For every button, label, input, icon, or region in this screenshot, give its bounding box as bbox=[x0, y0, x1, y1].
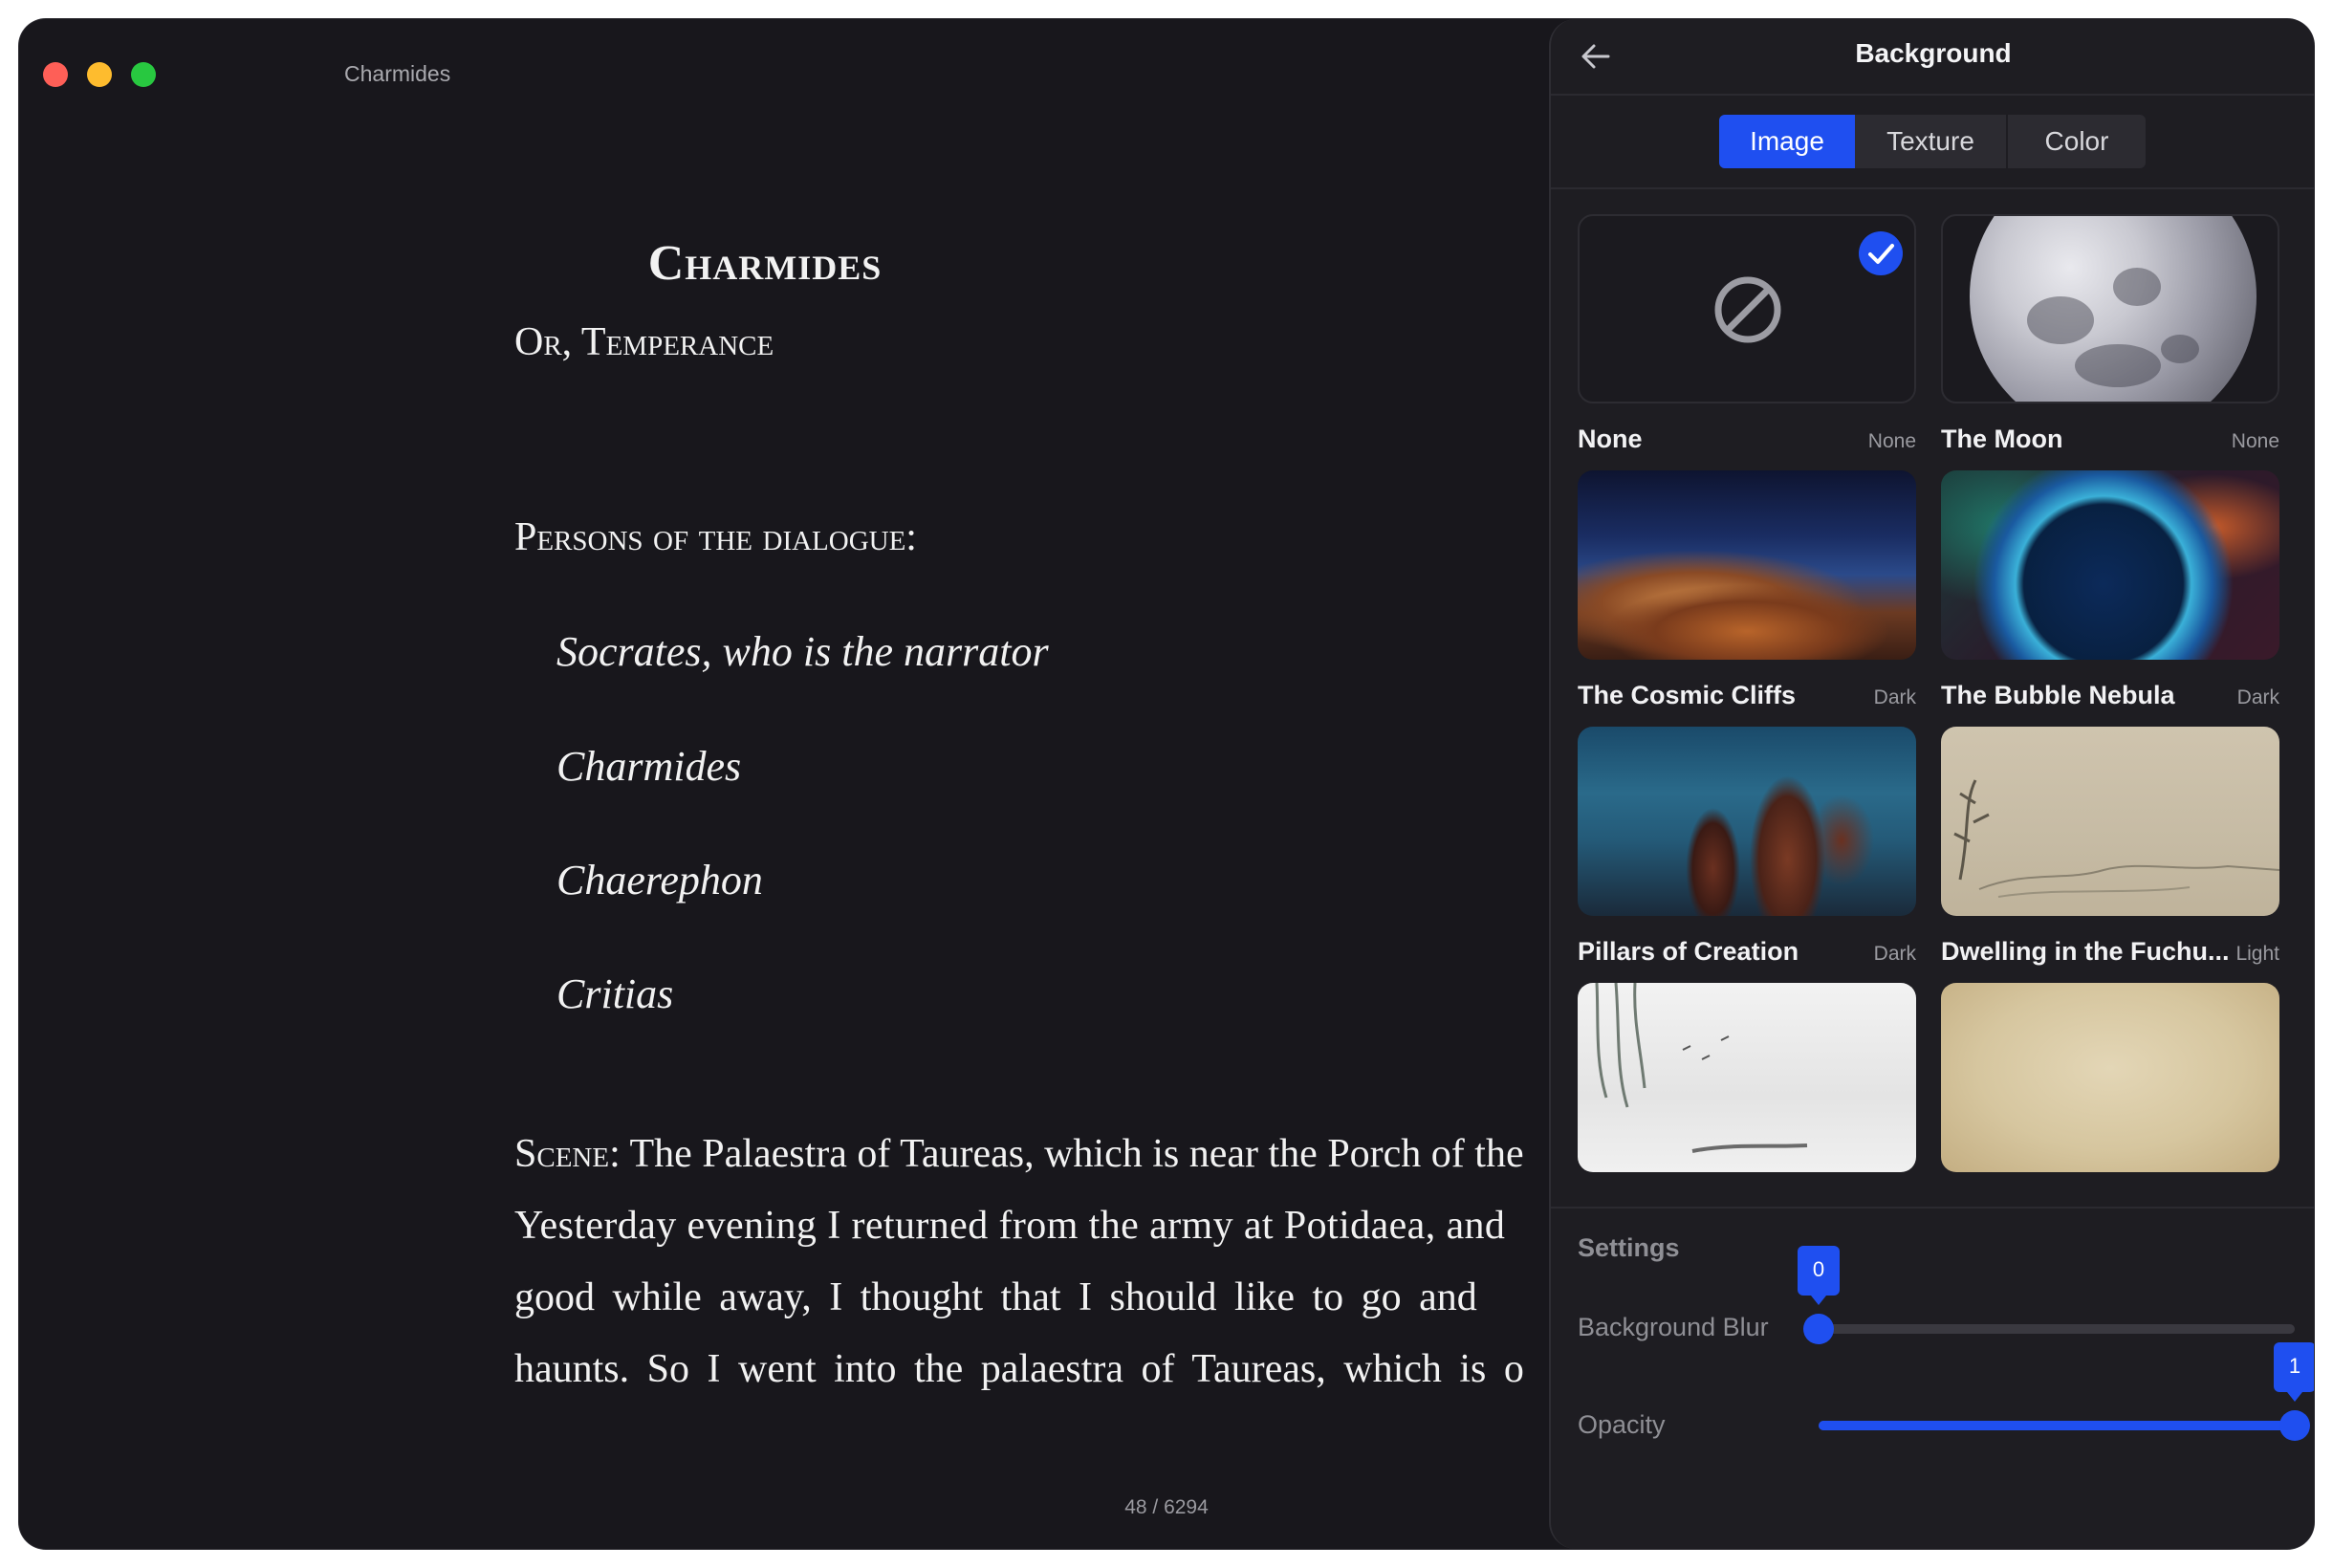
landscape-sketch-image bbox=[1953, 779, 2279, 898]
persons-heading: Persons of the dialogue: bbox=[514, 515, 917, 559]
background-card-bubble-nebula[interactable]: The Bubble Nebula Dark bbox=[1941, 470, 2279, 719]
person-item: Socrates, who is the narrator bbox=[556, 628, 1049, 675]
person-item: Chaerephon bbox=[556, 857, 763, 904]
background-card-cosmic-cliffs[interactable]: The Cosmic Cliffs Dark bbox=[1578, 470, 1916, 719]
scene-line: good while away, I thought that I should… bbox=[514, 1275, 1477, 1319]
fuchun-painting-thumbnail bbox=[1941, 727, 2279, 916]
background-card-misty-landscape[interactable] bbox=[1578, 983, 1916, 1189]
divider bbox=[1551, 187, 2314, 189]
slider-value-bubble: 1 bbox=[2274, 1342, 2314, 1402]
background-image-grid[interactable]: None None The Moon None The Cosmic Cliff… bbox=[1578, 214, 2293, 1189]
scene-line: Yesterday evening I returned from the ar… bbox=[514, 1204, 1506, 1248]
app-window: Charmides Charmides Or, Temperance Perso… bbox=[19, 19, 2314, 1549]
slider-handle[interactable] bbox=[1803, 1314, 1834, 1344]
bubble-nebula-thumbnail bbox=[1941, 470, 2279, 660]
cosmic-cliffs-thumbnail bbox=[1578, 470, 1916, 660]
checkmark-icon bbox=[1868, 244, 1894, 264]
background-type-tabs: Image Texture Color bbox=[1719, 115, 2146, 168]
book-title: Charmides bbox=[19, 235, 1511, 292]
background-card-dwelling-in-the-fuchun[interactable]: Dwelling in the Fuchu... Light bbox=[1941, 727, 2279, 975]
person-item: Charmides bbox=[556, 743, 742, 790]
background-card-old-paper[interactable] bbox=[1941, 983, 2279, 1189]
book-subtitle: Or, Temperance bbox=[514, 320, 774, 364]
background-card-none[interactable]: None None bbox=[1578, 214, 1916, 463]
card-tag: Light bbox=[2235, 943, 2279, 965]
scene-text: The Palaestra of Taureas, which is near … bbox=[620, 1132, 1524, 1176]
background-card-the-moon[interactable]: The Moon None bbox=[1941, 214, 2279, 463]
thumbnail bbox=[1578, 214, 1916, 403]
moon-image bbox=[1970, 216, 2257, 402]
tab-texture[interactable]: Texture bbox=[1855, 115, 2006, 168]
card-tag: None bbox=[2231, 430, 2279, 452]
card-tag: None bbox=[1867, 430, 1916, 452]
panel-title: Background bbox=[1855, 38, 2012, 68]
background-panel: Background Image Texture Color None None… bbox=[1549, 19, 2314, 1549]
slider-handle[interactable] bbox=[2279, 1410, 2310, 1441]
misty-landscape-thumbnail bbox=[1578, 983, 1916, 1172]
scene-line: haunts. So I went into the palaestra of … bbox=[514, 1347, 1524, 1391]
card-name: None bbox=[1578, 425, 1643, 453]
background-blur-label: Background Blur bbox=[1578, 1313, 1769, 1341]
book-title-text: Charmides bbox=[647, 236, 883, 291]
card-name: The Moon bbox=[1941, 425, 2063, 453]
selected-check-icon bbox=[1859, 231, 1903, 275]
tab-image[interactable]: Image bbox=[1719, 115, 1855, 168]
person-item: Critias bbox=[556, 970, 674, 1017]
page-counter: 48 / 6294 bbox=[1124, 1496, 1209, 1518]
card-name: The Cosmic Cliffs bbox=[1578, 681, 1797, 709]
opacity-label: Opacity bbox=[1578, 1410, 1666, 1439]
moon-thumbnail bbox=[1941, 214, 2279, 403]
opacity-slider[interactable]: 1 bbox=[1819, 1342, 2314, 1441]
card-name: Pillars of Creation bbox=[1578, 937, 1799, 966]
old-paper-thumbnail bbox=[1941, 983, 2279, 1172]
scene-label: Scene: bbox=[514, 1132, 621, 1176]
card-tag: Dark bbox=[1873, 686, 1916, 708]
card-name: The Bubble Nebula bbox=[1941, 681, 2175, 709]
background-card-pillars-of-creation[interactable]: Pillars of Creation Dark bbox=[1578, 727, 1916, 975]
scene-line: Scene: The Palaestra of Taureas, which i… bbox=[514, 1134, 1524, 1174]
reader-pane[interactable]: Charmides Or, Temperance Persons of the … bbox=[19, 19, 1549, 1549]
pillars-thumbnail bbox=[1578, 727, 1916, 916]
card-tag: Dark bbox=[1873, 943, 1916, 965]
ink-landscape-image bbox=[1595, 983, 1808, 1153]
slider-value-bubble: 0 bbox=[1798, 1246, 1840, 1305]
tab-color[interactable]: Color bbox=[2006, 115, 2146, 168]
card-name: Dwelling in the Fuchu... bbox=[1941, 937, 2230, 966]
prohibited-icon bbox=[1714, 276, 1781, 343]
background-blur-slider[interactable]: 0 bbox=[1798, 1246, 2295, 1344]
settings-heading: Settings bbox=[1578, 1233, 1680, 1262]
panel-header: Background bbox=[1551, 19, 2314, 96]
card-tag: Dark bbox=[2236, 686, 2279, 708]
slider-fill bbox=[1819, 1421, 2295, 1430]
divider bbox=[1551, 1207, 2314, 1209]
